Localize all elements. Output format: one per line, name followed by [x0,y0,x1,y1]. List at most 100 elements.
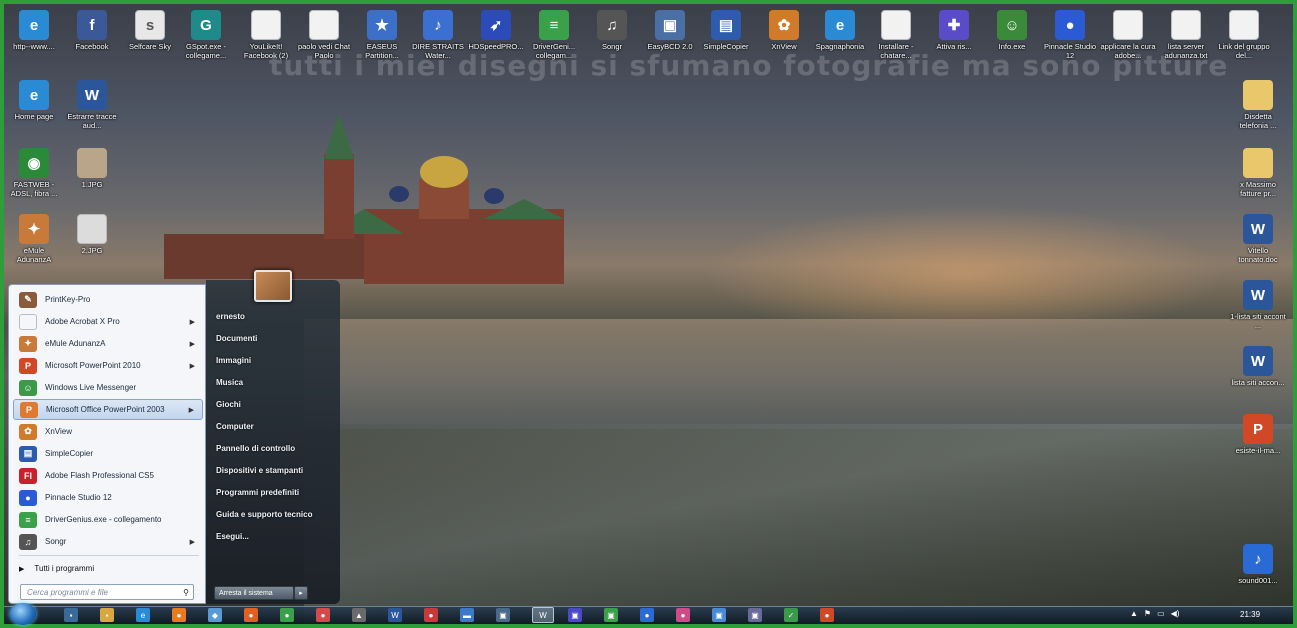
desktop-icon[interactable]: f Facebook [64,10,120,51]
desktop-icon[interactable]: Wlista siti accon... [1230,346,1286,387]
start-menu-place-item[interactable]: Programmi predefiniti [216,488,299,497]
desktop-icon[interactable]: W 1-lista siti accont ... [1230,280,1286,330]
start-menu-place-item[interactable]: Documenti [216,334,257,343]
user-avatar[interactable] [254,270,292,302]
desktop-icon[interactable]: applicare la cura adobe... [1100,10,1156,60]
search-placeholder: Cerca programmi e file [27,587,108,597]
app-icon[interactable]: ● [676,608,690,622]
start-menu-program-item[interactable]: ♫ Songr ▶ [13,531,203,552]
desktop-icon[interactable]: ✚ Attiva ris... [926,10,982,51]
start-menu-program-item[interactable]: ✿ XnView [13,421,203,442]
word-icon: W [1243,280,1273,310]
desktop-icon[interactable]: ✦ eMule AdunanzA [6,214,62,264]
start-menu-place-item[interactable]: Immagini [216,356,251,365]
app-icon[interactable]: ● [316,608,330,622]
word-icon[interactable]: W [532,607,554,623]
shutdown-button[interactable]: Arresta il sistema [214,586,294,600]
shutdown-options-button[interactable]: ▸ [294,586,308,600]
desktop-icon[interactable]: ★ EASEUS Partition... [354,10,410,60]
start-menu-place-item[interactable]: Dispositivi e stampanti [216,466,303,475]
start-menu-place-item[interactable]: Guida e supporto tecnico [216,510,312,519]
desktop-icon[interactable]: x Massimo fatture pr... [1230,148,1286,198]
desktop-icon[interactable]: W Vitello tonnato.doc [1230,214,1286,264]
arrow-up-icon[interactable]: ▲ [1130,609,1138,618]
flag-icon[interactable]: ⚑ [1144,609,1151,618]
desktop-icon-label: Vitello tonnato.doc [1238,246,1278,264]
powerpoint-icon[interactable]: ● [820,608,834,622]
network-icon[interactable]: ▭ [1157,609,1165,618]
start-menu-place-item[interactable]: Giochi [216,400,241,409]
start-menu-place-item[interactable]: ernesto [216,312,245,321]
app-icon[interactable]: ✓ [784,608,798,622]
photo-icon[interactable]: ▣ [496,608,510,622]
app-icon[interactable]: ▣ [568,608,582,622]
firefox-icon[interactable]: ● [244,608,258,622]
chart-icon[interactable]: ▲ [352,608,366,622]
desktop-icon[interactable]: e http--www.... [6,10,62,51]
app-icon[interactable]: ● [640,608,654,622]
start-menu-place-item[interactable]: Computer [216,422,254,431]
desktop-icon[interactable]: G GSpot.exe - collegame... [178,10,234,60]
program-label: Pinnacle Studio 12 [45,493,112,502]
start-menu-program-item[interactable]: Adobe Acrobat X Pro ▶ [13,311,203,332]
desktop-icon[interactable]: W Estrarre tracce aud... [64,80,120,130]
network-icon[interactable]: ◆ [208,608,222,622]
desktop-icon[interactable]: 1.JPG [64,148,120,189]
desktop-icon[interactable]: ✿ XnView [756,10,812,51]
desktop-icon[interactable]: ☺ Info.exe [984,10,1040,51]
app-icon[interactable]: ▣ [712,608,726,622]
desktop-icon[interactable]: ● Pinnacle Studio 12 [1042,10,1098,60]
desktop-icon[interactable]: ▤ SimpleCopier [698,10,754,51]
explorer-icon[interactable]: ▪ [100,608,114,622]
desktop-icon[interactable]: YouLikeIt! Facebook (2) [238,10,294,60]
start-menu-program-item[interactable]: P Microsoft Office PowerPoint 2003 ▶ [13,399,203,420]
desktop-icon-label: DIRE STRAITS Water... [412,42,464,60]
start-menu-program-item[interactable]: P Microsoft PowerPoint 2010 ▶ [13,355,203,376]
volume-icon[interactable]: ◀) [1171,609,1180,618]
desktop-icon-label: EASEUS Partition... [365,42,399,60]
desktop-icon[interactable]: ♪ sound001... [1230,544,1286,585]
desktop-icon[interactable]: Pesiste-il-ma... [1230,414,1286,455]
all-programs-item[interactable]: ▶ Tutti i programmi [19,564,94,573]
desktop-icon[interactable]: Link del gruppo del... [1216,10,1272,60]
start-menu-program-item[interactable]: ▤ SimpleCopier [13,443,203,464]
monitor-icon[interactable]: ▬ [460,608,474,622]
start-menu-program-item[interactable]: ✦ eMule AdunanzA ▶ [13,333,203,354]
desktop-icon[interactable]: e Home page [6,80,62,121]
puzzle-icon: ✚ [939,10,969,40]
ie-icon[interactable]: e [136,608,150,622]
desktop-icon[interactable]: Installare - chatare... [868,10,924,60]
media-icon[interactable]: ● [172,608,186,622]
app-icon[interactable]: ▣ [604,608,618,622]
app-icon[interactable]: ▣ [748,608,762,622]
desktop-icon[interactable]: ≡ DriverGeni... collegam... [526,10,582,60]
document-icon [881,10,911,40]
start-menu-place-item[interactable]: Esegui... [216,532,249,541]
desktop-icon[interactable]: ◉ FASTWEB - ADSL, fibra ... [6,148,62,198]
start-menu-program-item[interactable]: ● Pinnacle Studio 12 [13,487,203,508]
desktop-icon[interactable]: ➶ HDSpeedPRO... [468,10,524,51]
desktop-icon[interactable]: ▣ EasyBCD 2.0 [642,10,698,51]
start-menu-program-item[interactable]: Fl Adobe Flash Professional CS5 [13,465,203,486]
desktop-icon[interactable]: paolo vedi Chat Paolo [296,10,352,60]
word-icon[interactable]: W [388,608,402,622]
search-input[interactable]: Cerca programmi e file ⚲ [20,584,194,600]
start-orb-button[interactable] [10,603,36,625]
start-menu-program-item[interactable]: ✎ PrintKey-Pro [13,289,203,310]
desktop-icon[interactable]: 2.JPG [64,214,120,255]
start-menu-place-item[interactable]: Pannello di controllo [216,444,295,453]
desktop-icon[interactable]: ♪ DIRE STRAITS Water... [410,10,466,60]
desktop-icon[interactable]: s Selfcare Sky [122,10,178,51]
ie-icon: e [825,10,855,40]
app-icon[interactable]: ● [280,608,294,622]
clock[interactable]: 21:39 [1240,610,1260,619]
start-menu-place-item[interactable]: Musica [216,378,243,387]
windows-icon[interactable]: ▪ [64,608,78,622]
desktop-icon[interactable]: lista server adunanza.txt [1158,10,1214,60]
app-icon[interactable]: ● [424,608,438,622]
start-menu-program-item[interactable]: ≡ DriverGenius.exe - collegamento [13,509,203,530]
desktop-icon[interactable]: ♫ Songr [584,10,640,51]
desktop-icon[interactable]: Disdetta telefonia ... [1230,80,1286,130]
start-menu-program-item[interactable]: ☺ Windows Live Messenger [13,377,203,398]
desktop-icon[interactable]: e Spagnaphonia [812,10,868,51]
